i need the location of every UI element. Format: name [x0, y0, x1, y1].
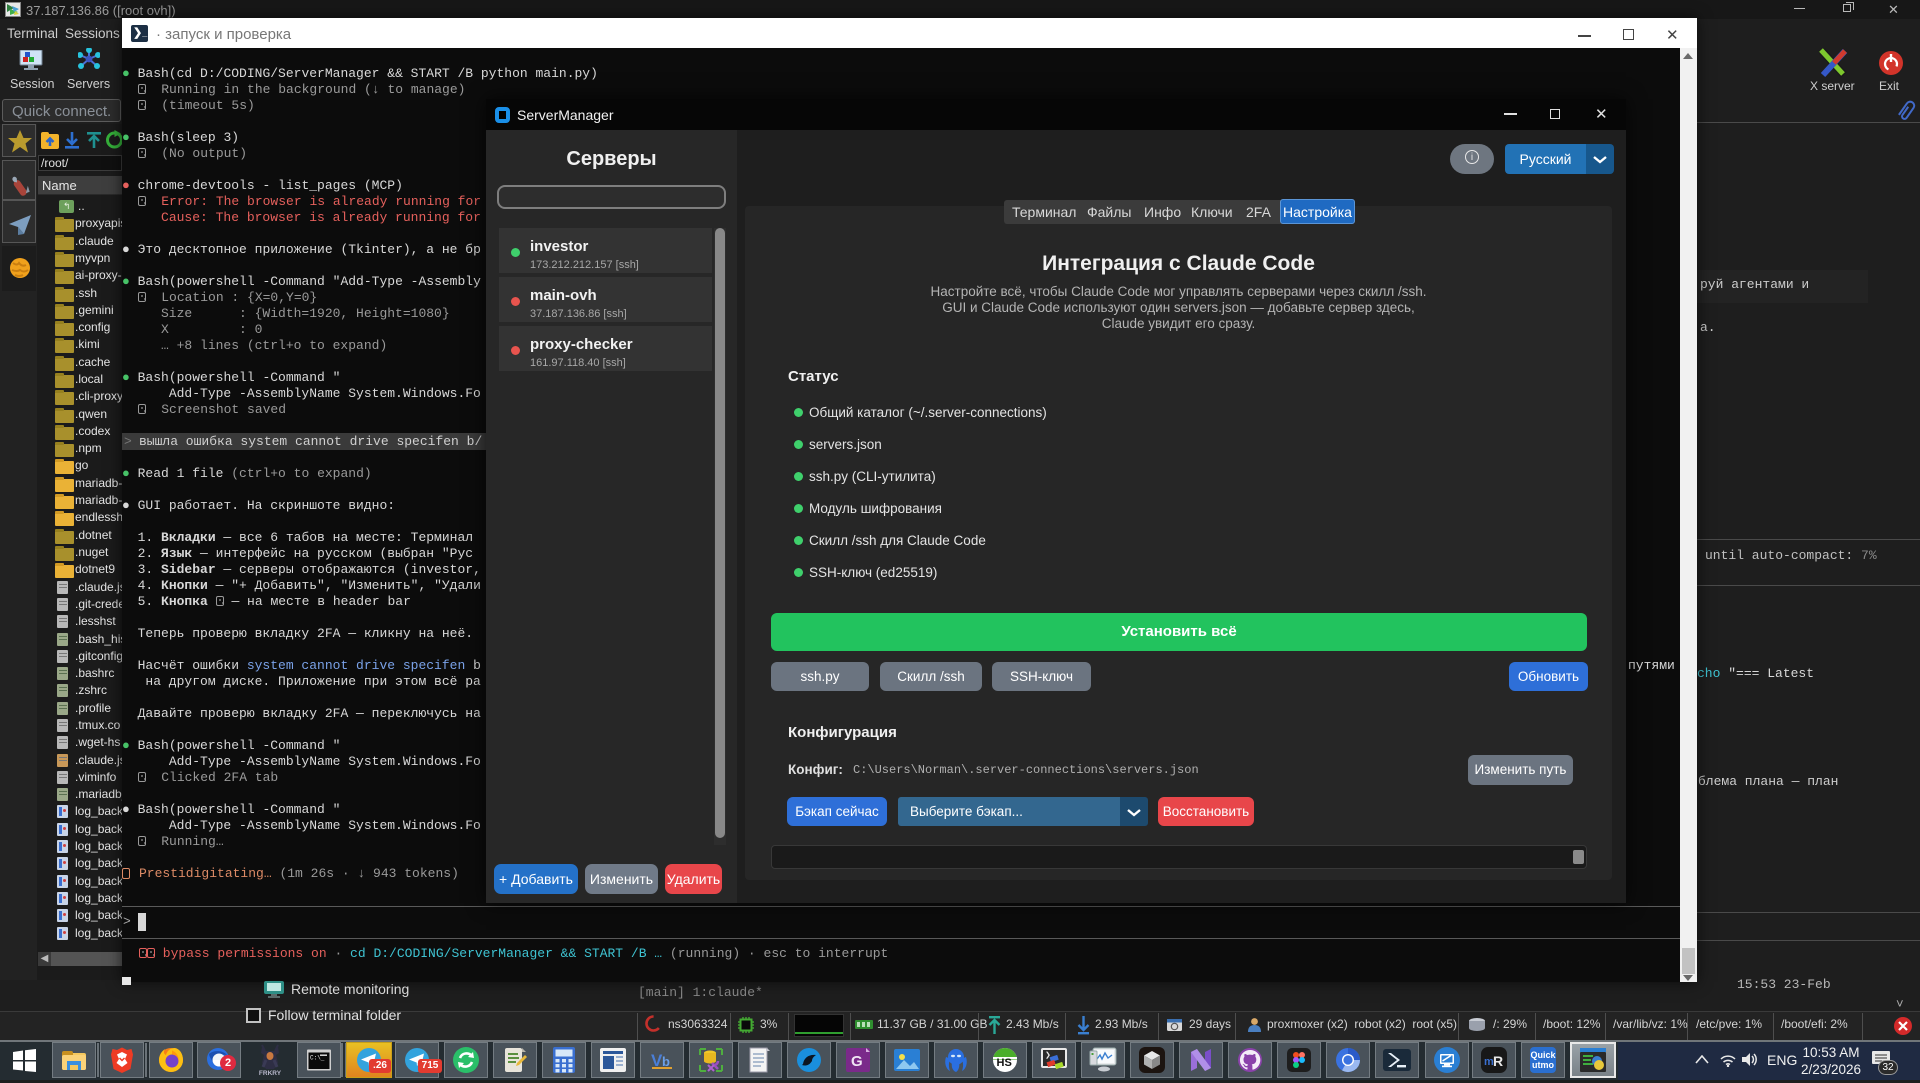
svg-text:FRKRY: FRKRY: [259, 1070, 282, 1077]
svg-text:❯: ❯: [1045, 1051, 1051, 1060]
svg-text:HS: HS: [997, 1057, 1012, 1069]
svg-text:R: R: [1493, 1053, 1503, 1069]
svg-text:b: b: [662, 1054, 670, 1069]
svg-text:Quick: Quick: [1530, 1050, 1556, 1060]
svg-text:G: G: [851, 1053, 863, 1070]
svg-text:utmo: utmo: [1532, 1060, 1554, 1070]
